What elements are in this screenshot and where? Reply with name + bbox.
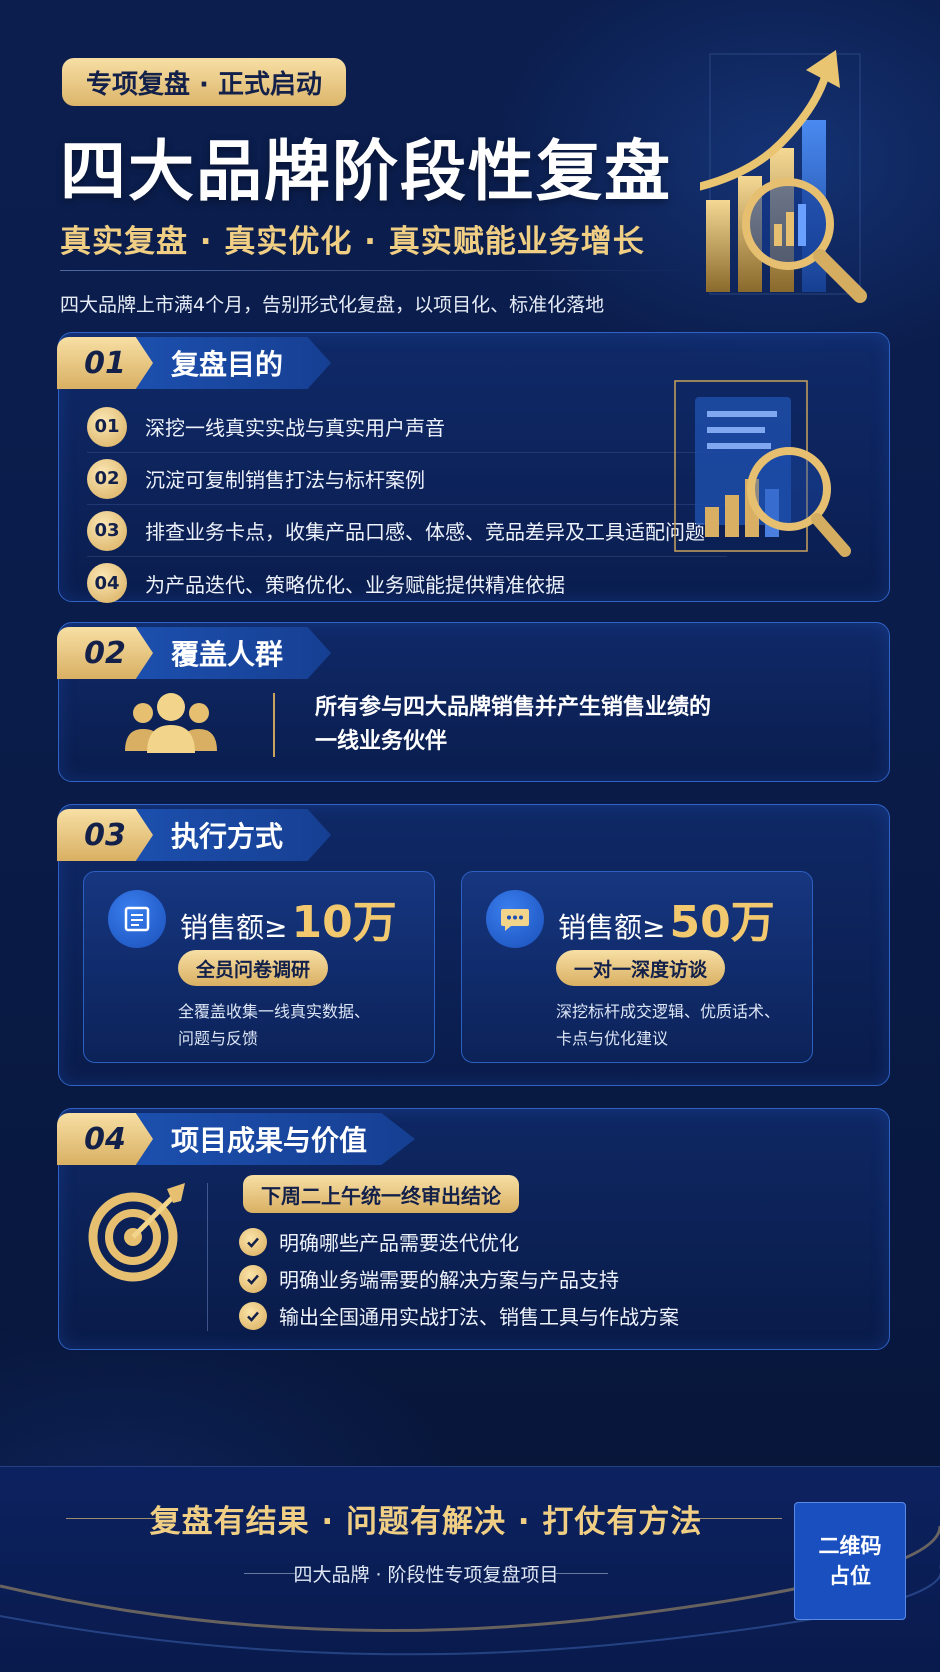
divider: [273, 693, 275, 757]
qr-line-1: 二维码: [818, 1534, 882, 1558]
chat-icon: [486, 890, 544, 948]
list-item-text: 明确业务端需要的解决方案与产品支持: [279, 1268, 619, 1292]
results-list: 明确哪些产品需要迭代优化 明确业务端需要的解决方案与产品支持 输出全国通用实战打…: [239, 1223, 679, 1334]
method-description: 全覆盖收集一线真实数据、 问题与反馈: [178, 998, 418, 1052]
qr-code-placeholder[interactable]: 二维码 占位: [794, 1502, 906, 1620]
footer-project-name: 四大品牌 · 阶段性专项复盘项目: [293, 1564, 559, 1586]
list-item: 02 沉淀可复制销售打法与标杆案例: [87, 453, 727, 505]
threshold-label: 销售额≥: [180, 911, 288, 944]
launch-tag: 专项复盘 · 正式启动: [62, 58, 346, 106]
number-badge: 04: [87, 563, 127, 603]
method-desc-line-1: 深挖标杆成交逻辑、优质话术、: [556, 1002, 781, 1021]
section-audience-header: 02 覆盖人群: [57, 627, 332, 679]
audience-description: 所有参与四大品牌销售并产生销售业绩的 一线业务伙伴: [315, 691, 795, 759]
check-icon: [239, 1301, 267, 1330]
list-item: 明确业务端需要的解决方案与产品支持: [239, 1260, 679, 1297]
section-number: 04: [57, 1113, 153, 1165]
list-item: 01 深挖一线真实实战与真实用户声音: [87, 401, 727, 453]
document-icon: [108, 890, 166, 948]
method-pill: 全员问卷调研: [178, 950, 329, 986]
method-threshold: 销售额≥ 50万: [558, 886, 775, 948]
threshold-label: 销售额≥: [558, 911, 666, 944]
method-description: 深挖标杆成交逻辑、优质话术、 卡点与优化建议: [556, 998, 796, 1052]
method-option-interview: 销售额≥ 50万 一对一深度访谈 深挖标杆成交逻辑、优质话术、 卡点与优化建议: [461, 871, 813, 1063]
list-item-text: 为产品迭代、策略优化、业务赋能提供精准依据: [145, 572, 565, 597]
document-magnifier-icon: [674, 380, 851, 557]
section-method-header: 03 执行方式: [57, 809, 332, 861]
section-number: 01: [57, 337, 153, 389]
list-item: 输出全国通用实战打法、销售工具与作战方案: [239, 1297, 679, 1334]
people-icon: [125, 693, 217, 753]
method-desc-line-2: 问题与反馈: [178, 1029, 259, 1048]
list-item: 明确哪些产品需要迭代优化: [239, 1223, 679, 1260]
conclusion-pill: 下周二上午统一终审出结论: [243, 1175, 519, 1213]
section-purpose: 01 复盘目的 01 深挖一线真实实战与真实用户声音 02 沉淀可复制销售打法与…: [57, 332, 890, 603]
section-number: 02: [57, 627, 153, 679]
section-results-header: 04 项目成果与价值: [57, 1113, 416, 1165]
threshold-amount: 50万: [669, 897, 775, 948]
list-item-text: 输出全国通用实战打法、销售工具与作战方案: [279, 1305, 679, 1329]
method-pill: 一对一深度访谈: [556, 950, 726, 986]
section-number: 03: [57, 809, 153, 861]
launch-tag-text: 专项复盘 · 正式启动: [86, 69, 322, 100]
check-icon: [239, 1264, 267, 1293]
method-desc-line-1: 全覆盖收集一线真实数据、: [178, 1002, 371, 1021]
section-title: 覆盖人群: [135, 627, 332, 679]
target-icon: [88, 1183, 185, 1282]
section-method: 03 执行方式 销售额≥ 10万 全员问卷调研 全覆盖收集一线真实数据、 问题与…: [57, 804, 890, 1086]
audience-line-2: 一线业务伙伴: [315, 729, 448, 754]
method-option-survey: 销售额≥ 10万 全员问卷调研 全覆盖收集一线真实数据、 问题与反馈: [83, 871, 435, 1063]
check-icon: [239, 1227, 267, 1256]
list-item-text: 沉淀可复制销售打法与标杆案例: [145, 468, 425, 492]
qr-line-2: 占位: [829, 1564, 871, 1588]
audience-line-1: 所有参与四大品牌销售并产生销售业绩的: [315, 695, 712, 720]
purpose-list: 01 深挖一线真实实战与真实用户声音 02 沉淀可复制销售打法与标杆案例 03 …: [87, 401, 727, 609]
section-title: 执行方式: [135, 809, 332, 861]
list-item-text: 排查业务卡点，收集产品口感、体感、竞品差异及工具适配问题: [145, 520, 705, 544]
divider: [207, 1183, 208, 1331]
method-threshold: 销售额≥ 10万: [180, 886, 397, 948]
list-item-text: 深挖一线真实实战与真实用户声音: [145, 416, 445, 440]
footer-sub-line-right: [556, 1573, 608, 1574]
intro-text: 四大品牌上市满4个月，告别形式化复盘，以项目化、标准化落地: [60, 294, 605, 316]
number-badge: 03: [87, 510, 127, 551]
section-results: 04 项目成果与价值 下周二上午统一终审出结论 明确哪些产品需要迭代优化 明确业…: [57, 1108, 890, 1350]
number-badge: 02: [87, 458, 127, 499]
method-desc-line-2: 卡点与优化建议: [556, 1029, 669, 1048]
number-badge: 01: [87, 406, 127, 447]
page-title: 四大品牌阶段性复盘: [60, 133, 672, 210]
section-title: 复盘目的: [135, 337, 332, 389]
header-divider: [60, 270, 700, 271]
list-item: 03 排查业务卡点，收集产品口感、体感、竞品差异及工具适配问题: [87, 505, 727, 557]
list-item: 04 为产品迭代、策略优化、业务赋能提供精准依据: [87, 557, 727, 609]
page-subtitle: 真实复盘 · 真实优化 · 真实赋能业务增长: [60, 224, 645, 260]
threshold-amount: 10万: [291, 897, 397, 948]
section-purpose-header: 01 复盘目的: [57, 337, 332, 389]
section-audience: 02 覆盖人群 所有参与四大品牌销售并产生销售业绩的 一线业务伙伴: [57, 622, 890, 782]
list-item-text: 明确哪些产品需要迭代优化: [279, 1231, 519, 1255]
growth-chart-icon: [700, 50, 867, 303]
section-title: 项目成果与价值: [135, 1113, 416, 1165]
slogan-line-right: [692, 1518, 782, 1519]
